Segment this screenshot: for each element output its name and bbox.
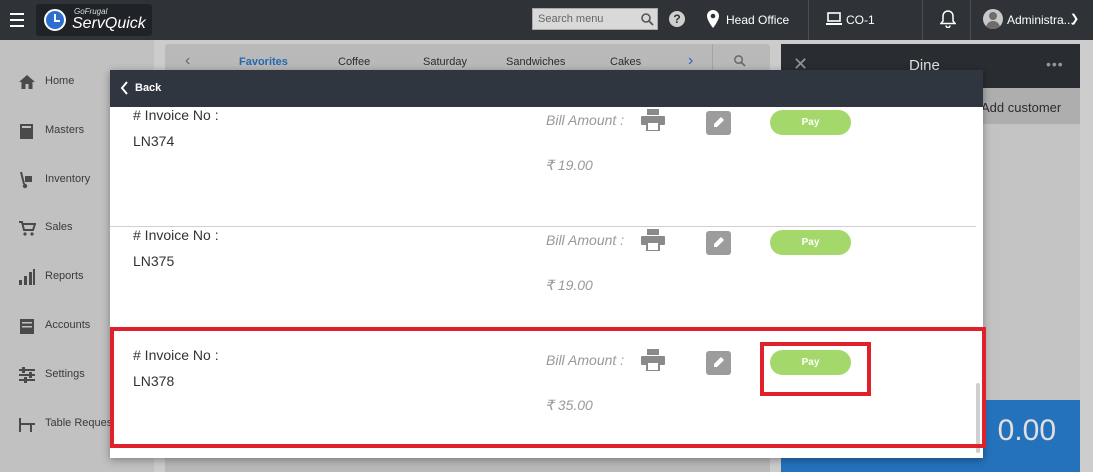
printer-icon[interactable] [641,229,665,251]
logo-title: ServQuick [72,15,146,32]
user-avatar[interactable] [983,9,1003,29]
chevron-left-icon[interactable] [120,81,130,95]
search-icon[interactable] [640,12,654,26]
invoice-row: # Invoice No : LN374 Bill Amount : ₹ 19.… [110,107,976,227]
pencil-icon [714,117,724,127]
counter-label[interactable]: CO-1 [846,13,875,27]
invoice-number: LN374 [133,133,175,149]
location-pin-icon [707,10,719,28]
top-bar: GoFrugal ServQuick Search menu ? Head Of… [0,0,1093,40]
edit-button[interactable] [706,231,731,255]
invoice-label: # Invoice No : [133,107,219,123]
clock-logo-icon [44,9,66,31]
header-divider [808,0,809,40]
search-placeholder: Search menu [538,13,604,25]
bill-amount-label: Bill Amount : [546,112,625,128]
modal-header: Back [110,70,983,107]
pencil-icon [714,237,724,247]
app-logo[interactable]: GoFrugal ServQuick [36,4,152,36]
computer-icon [826,12,842,25]
pay-button[interactable]: Pay [770,230,851,255]
menu-icon[interactable] [0,0,34,40]
bill-amount-value: ₹ 19.00 [545,157,593,173]
invoice-number: LN375 [133,253,175,269]
invoice-label: # Invoice No : [133,227,219,243]
search-menu-input[interactable]: Search menu [532,8,658,30]
bill-amount-value: ₹ 19.00 [545,277,593,293]
help-icon[interactable]: ? [669,11,685,27]
back-button[interactable]: Back [135,82,161,94]
pay-button[interactable]: Pay [770,110,851,135]
printer-icon[interactable] [641,109,665,131]
highlight-box [760,342,871,396]
location-label[interactable]: Head Office [726,13,789,27]
header-divider [922,0,923,40]
edit-button[interactable] [706,111,731,135]
user-name[interactable]: Administra... [1007,13,1074,27]
header-divider [970,0,971,40]
chevron-down-icon[interactable]: ❯ [1070,12,1079,25]
bill-amount-label: Bill Amount : [546,232,625,248]
bell-icon[interactable] [940,10,956,28]
